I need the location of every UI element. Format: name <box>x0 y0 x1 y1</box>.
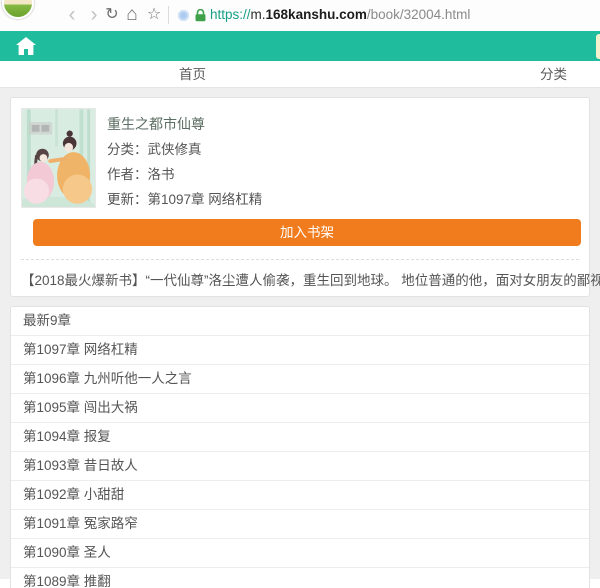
book-category: 分类：武侠修真 <box>107 137 579 162</box>
chapter-link[interactable]: 第1096章 九州听他一人之言 <box>11 364 589 393</box>
book-meta: 重生之都市仙尊 分类：武侠修真 作者：洛书 更新：第1097章 网络杠精 <box>107 108 579 212</box>
book-title: 重生之都市仙尊 <box>107 112 579 137</box>
chapter-list-card: 最新9章 第1097章 网络杠精 第1096章 九州听他一人之言 第1095章 … <box>10 306 590 588</box>
chapter-link[interactable]: 第1092章 小甜甜 <box>11 480 589 509</box>
chapter-link[interactable]: 第1093章 昔日故人 <box>11 451 589 480</box>
book-latest-update: 更新：第1097章 网络杠精 <box>107 187 579 212</box>
url-scheme: https:// <box>210 7 251 22</box>
nav-item-categories[interactable]: 分类 <box>540 61 567 88</box>
bookmark-star-icon[interactable]: ☆ <box>144 0 164 31</box>
url-host-prefix: m. <box>251 7 266 22</box>
chapter-link[interactable]: 第1094章 报复 <box>11 422 589 451</box>
site-home-icon[interactable] <box>16 37 36 55</box>
header-menu-sliver[interactable] <box>596 34 600 59</box>
browser-home-icon[interactable]: ⌂ <box>122 0 142 31</box>
address-bar[interactable]: https://m.168kanshu.com/book/32004.html <box>210 0 470 31</box>
forward-icon[interactable]: › <box>84 0 104 31</box>
chapter-link[interactable]: 第1089章 推翻 <box>11 567 589 588</box>
browser-profile-avatar[interactable] <box>2 0 34 19</box>
chapter-list-header: 最新9章 <box>11 307 589 335</box>
url-path: /book/32004.html <box>367 7 471 22</box>
book-info-top: 重生之都市仙尊 分类：武侠修真 作者：洛书 更新：第1097章 网络杠精 <box>21 108 579 212</box>
url-host: 168kanshu.com <box>266 7 367 22</box>
page-content: 重生之都市仙尊 分类：武侠修真 作者：洛书 更新：第1097章 网络杠精 加入书… <box>0 88 600 579</box>
refresh-icon[interactable]: ↻ <box>102 0 122 31</box>
site-header <box>0 31 600 61</box>
book-info-card: 重生之都市仙尊 分类：武侠修真 作者：洛书 更新：第1097章 网络杠精 加入书… <box>10 97 590 297</box>
toolbar-separator <box>168 6 169 24</box>
chapter-link[interactable]: 第1095章 闯出大祸 <box>11 393 589 422</box>
add-to-bookshelf-button[interactable]: 加入书架 <box>33 219 581 246</box>
chapter-link[interactable]: 第1090章 圣人 <box>11 538 589 567</box>
book-description: 【2018最火爆新书】“一代仙尊”洛尘遭人偷袭，重生回到地球。 地位普通的他，面… <box>21 260 600 289</box>
book-author: 作者：洛书 <box>107 162 579 187</box>
site-nav: 首页 分类 <box>0 61 600 88</box>
nav-item-home[interactable]: 首页 <box>179 61 206 88</box>
site-info-icon[interactable] <box>178 10 189 21</box>
back-icon[interactable]: ‹ <box>62 0 82 31</box>
chapter-link[interactable]: 第1097章 网络杠精 <box>11 335 589 364</box>
secure-lock-icon[interactable] <box>195 9 206 27</box>
browser-toolbar: ‹ › ↻ ⌂ ☆ https://m.168kanshu.com/book/3… <box>0 0 600 31</box>
book-cover-image <box>21 108 96 208</box>
chapter-link[interactable]: 第1091章 冤家路窄 <box>11 509 589 538</box>
